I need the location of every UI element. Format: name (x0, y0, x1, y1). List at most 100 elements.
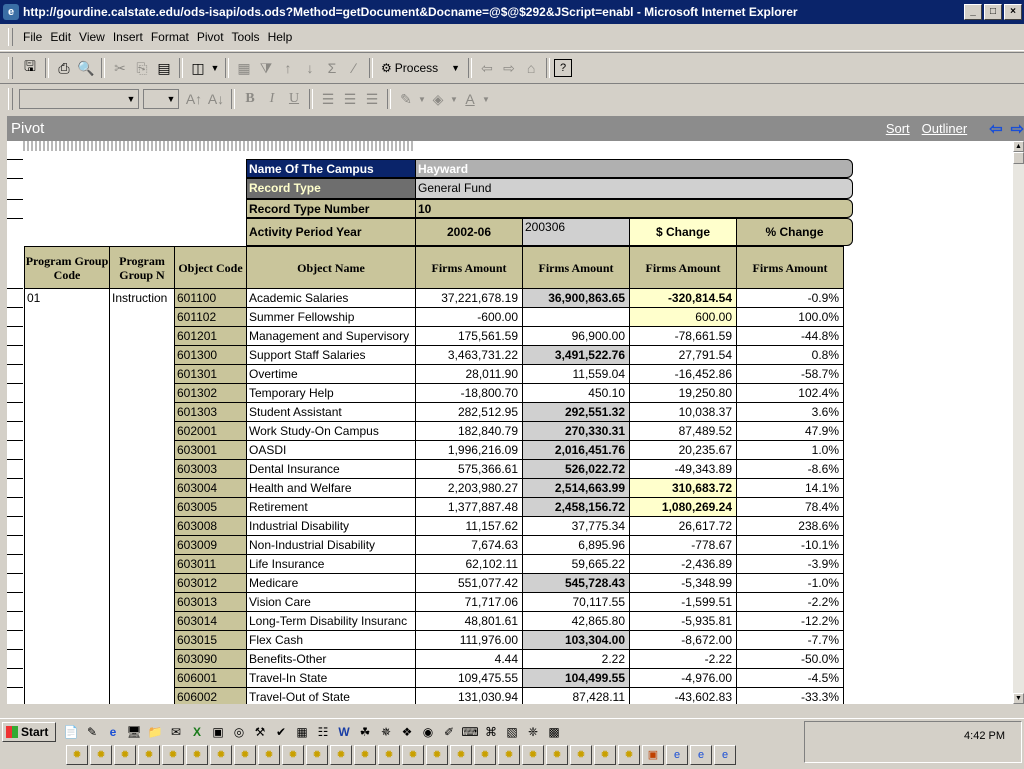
dollar-change-cell[interactable]: -2,436.89 (629, 554, 737, 574)
campus-value[interactable]: Hayward (415, 159, 853, 178)
app-icon[interactable]: ✐ (440, 723, 458, 741)
object-name-cell[interactable]: Medicare (246, 573, 416, 593)
sort-ascending-icon[interactable]: ↑ (277, 57, 299, 79)
firms-amount-2003-cell[interactable]: 42,865.80 (522, 611, 630, 631)
object-name-cell[interactable]: Retirement (246, 497, 416, 517)
chart-icon[interactable]: ▦ (233, 57, 255, 79)
task-button[interactable]: ▣ (642, 745, 664, 765)
pct-change-cell[interactable]: -2.2% (736, 592, 844, 612)
pct-change-cell[interactable]: -7.7% (736, 630, 844, 650)
firms-amount-2002-cell[interactable]: 48,801.61 (415, 611, 523, 631)
object-name-cell[interactable]: Industrial Disability (246, 516, 416, 536)
start-button[interactable]: Start (2, 722, 56, 742)
task-button[interactable]: ✹ (570, 745, 592, 765)
pct-change-cell[interactable]: 1.0% (736, 440, 844, 460)
pct-change-cell[interactable]: -1.0% (736, 573, 844, 593)
chevron-down-icon[interactable]: ▼ (449, 88, 459, 110)
task-button[interactable]: ✹ (66, 745, 88, 765)
object-name-cell[interactable]: Dental Insurance (246, 459, 416, 479)
object-name-cell[interactable]: Flex Cash (246, 630, 416, 650)
object-name-cell[interactable]: Health and Welfare (246, 478, 416, 498)
task-button[interactable]: ✹ (522, 745, 544, 765)
menu-pivot[interactable]: Pivot (193, 30, 228, 44)
object-name-cell[interactable]: Travel-In State (246, 668, 416, 688)
app-icon[interactable]: ☷ (314, 723, 332, 741)
period-200306[interactable]: 200306 (522, 218, 630, 246)
object-name-cell[interactable]: Summer Fellowship (246, 307, 416, 327)
pct-change-cell[interactable]: -58.7% (736, 364, 844, 384)
outliner-link[interactable]: Outliner (922, 121, 968, 136)
firms-amount-2002-cell[interactable]: 71,717.06 (415, 592, 523, 612)
app-icon[interactable]: ◉ (419, 723, 437, 741)
object-code-cell[interactable]: 601301 (174, 364, 247, 384)
dollar-change-cell[interactable]: 26,617.72 (629, 516, 737, 536)
dollar-change-cell[interactable]: -5,935.81 (629, 611, 737, 631)
dollar-change-cell[interactable]: -5,348.99 (629, 573, 737, 593)
object-name-cell[interactable]: Benefits-Other (246, 649, 416, 669)
record-type-number-value[interactable]: 10 (415, 199, 853, 218)
firms-amount-2002-cell[interactable]: 182,840.79 (415, 421, 523, 441)
firms-amount-2002-cell[interactable]: 575,366.61 (415, 459, 523, 479)
align-left-icon[interactable]: ☰ (317, 88, 339, 110)
dollar-change-cell[interactable]: -778.67 (629, 535, 737, 555)
pct-change-cell[interactable]: -12.2% (736, 611, 844, 631)
firms-amount-2003-cell[interactable]: 6,895.96 (522, 535, 630, 555)
firms-amount-2002-cell[interactable]: 111,976.00 (415, 630, 523, 650)
column-resizer-strip[interactable] (23, 141, 415, 151)
firms-amount-2002-cell[interactable]: 62,102.11 (415, 554, 523, 574)
task-button[interactable]: ✹ (450, 745, 472, 765)
pct-change-header[interactable]: % Change (736, 218, 853, 246)
sum-icon[interactable]: Σ (321, 57, 343, 79)
cut-icon[interactable]: ✂ (109, 57, 131, 79)
task-button[interactable]: e (714, 745, 736, 765)
firms-amount-2002-cell[interactable]: 4.44 (415, 649, 523, 669)
back-arrow-icon[interactable]: ⇦ (476, 57, 498, 79)
firms-amount-2003-cell[interactable]: 104,499.55 (522, 668, 630, 688)
object-name-cell[interactable]: Non-Industrial Disability (246, 535, 416, 555)
object-name-cell[interactable]: Travel-Out of State (246, 687, 416, 704)
app-icon[interactable]: ⌨ (461, 723, 479, 741)
app-icon[interactable]: ▣ (209, 723, 227, 741)
object-code-cell[interactable]: 603013 (174, 592, 247, 612)
link-icon[interactable]: ∕ (343, 57, 365, 79)
pct-change-cell[interactable]: 238.6% (736, 516, 844, 536)
program-group-code-cell[interactable]: 01 (24, 288, 110, 704)
app-icon[interactable]: ✉ (167, 723, 185, 741)
vertical-scrollbar[interactable]: ▲ ▼ (1013, 141, 1024, 704)
app-icon[interactable]: 🖥 (125, 723, 143, 741)
object-name-cell[interactable]: Overtime (246, 364, 416, 384)
dollar-change-cell[interactable]: -16,452.86 (629, 364, 737, 384)
task-button[interactable]: ✹ (234, 745, 256, 765)
firms-amount-2003-cell[interactable]: 545,728.43 (522, 573, 630, 593)
object-code-cell[interactable]: 601102 (174, 307, 247, 327)
pct-change-cell[interactable]: 0.8% (736, 345, 844, 365)
firms-amount-2002-cell[interactable]: 37,221,678.19 (415, 288, 523, 308)
firms-amount-2002-cell[interactable]: 2,203,980.27 (415, 478, 523, 498)
chevron-down-icon[interactable]: ▼ (481, 88, 491, 110)
minimize-button[interactable]: _ (964, 4, 982, 20)
menu-view[interactable]: View (75, 30, 109, 44)
menu-grip[interactable] (8, 28, 13, 46)
dollar-change-cell[interactable]: 19,250.80 (629, 383, 737, 403)
app-icon[interactable]: ✵ (377, 723, 395, 741)
pct-change-cell[interactable]: -50.0% (736, 649, 844, 669)
firms-amount-header-3[interactable]: Firms Amount (629, 246, 737, 289)
app-icon[interactable]: ✎ (83, 723, 101, 741)
print-preview-icon[interactable]: 🔍 (75, 57, 97, 79)
object-name-cell[interactable]: Life Insurance (246, 554, 416, 574)
firms-amount-2003-cell[interactable]: 70,117.55 (522, 592, 630, 612)
record-type-value[interactable]: General Fund (415, 178, 853, 199)
menu-tools[interactable]: Tools (228, 30, 264, 44)
task-button[interactable]: ✹ (306, 745, 328, 765)
object-name-cell[interactable]: Work Study-On Campus (246, 421, 416, 441)
firms-amount-2002-cell[interactable]: 11,157.62 (415, 516, 523, 536)
object-code-cell[interactable]: 603005 (174, 497, 247, 517)
dollar-change-cell[interactable]: -320,814.54 (629, 288, 737, 308)
app-icon[interactable]: ⌘ (482, 723, 500, 741)
font-name-select[interactable]: ▼ (19, 89, 139, 109)
firms-amount-2002-cell[interactable]: 109,475.55 (415, 668, 523, 688)
firms-amount-2002-cell[interactable]: 1,996,216.09 (415, 440, 523, 460)
app-icon[interactable]: ▩ (545, 723, 563, 741)
task-button[interactable]: ✹ (594, 745, 616, 765)
app-icon[interactable]: ❖ (398, 723, 416, 741)
